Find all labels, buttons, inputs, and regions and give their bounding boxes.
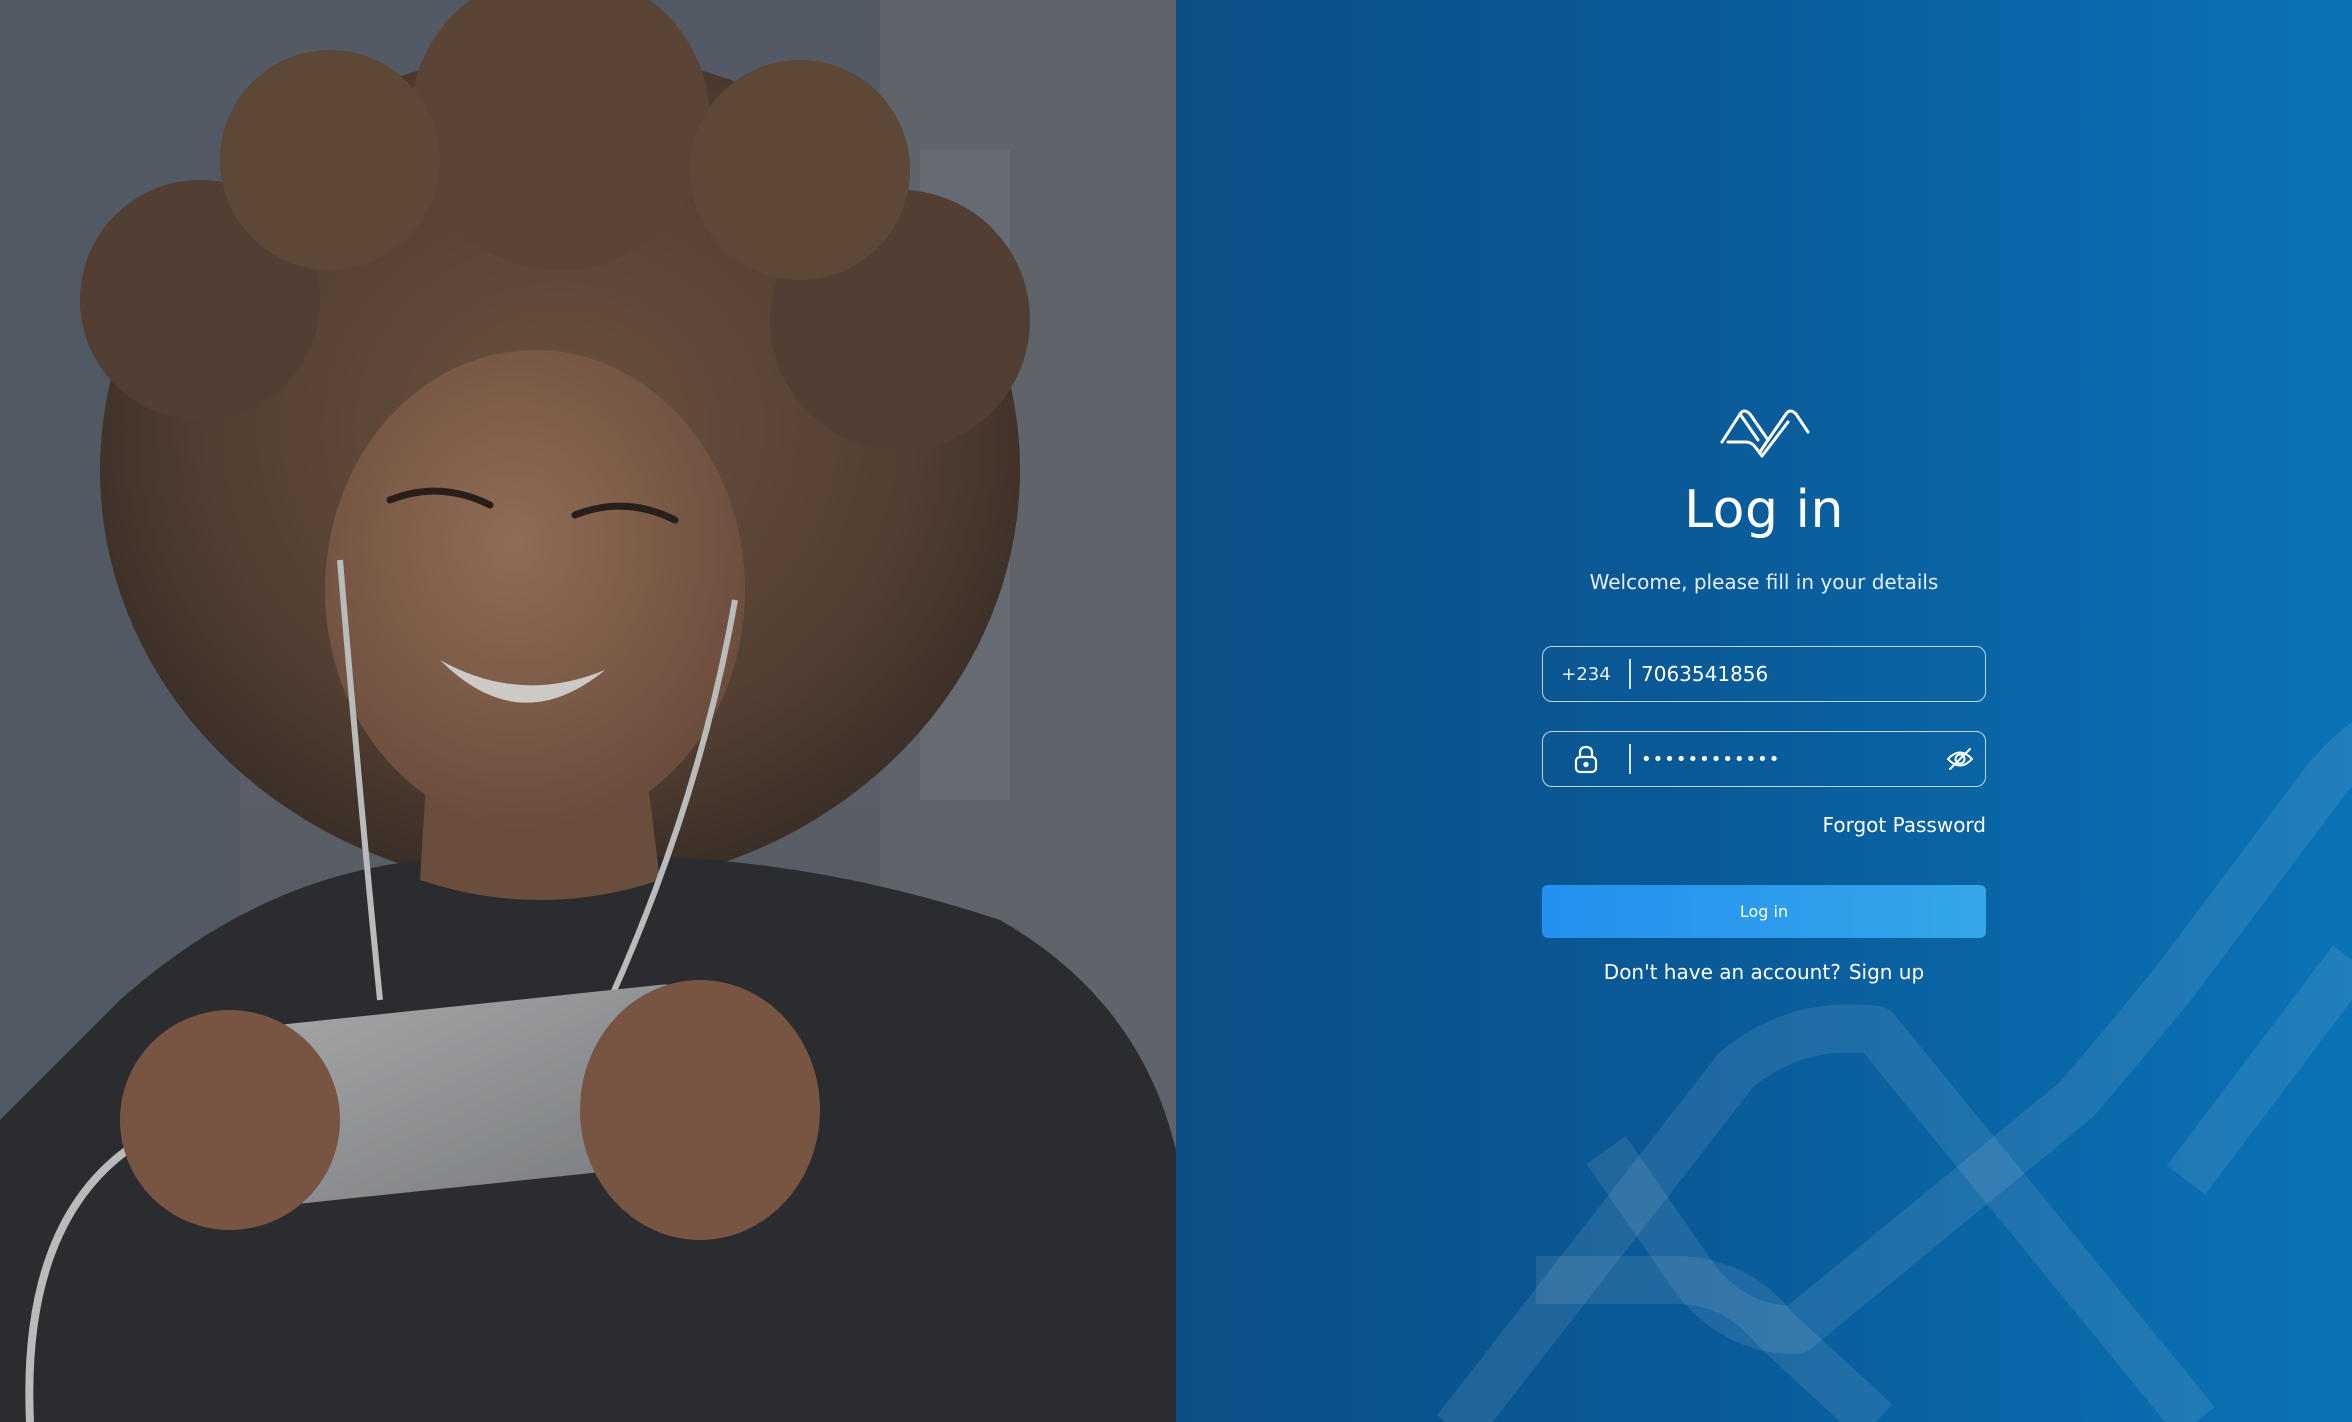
country-code[interactable]: +234 <box>1543 664 1629 685</box>
forgot-password-link[interactable]: Forgot Password <box>1823 813 1986 837</box>
password-input[interactable] <box>1631 732 1935 786</box>
eye-slash-icon[interactable] <box>1935 747 1985 771</box>
phone-field: +234 <box>1542 646 1986 702</box>
login-button[interactable]: Log in <box>1542 885 1986 938</box>
signup-row: Don't have an account? Sign up <box>1604 960 1924 984</box>
signup-link[interactable]: Sign up <box>1849 960 1924 984</box>
login-panel: Log in Welcome, please fill in your deta… <box>1176 0 2352 1422</box>
page-subtitle: Welcome, please fill in your details <box>1589 570 1939 594</box>
login-page: Log in Welcome, please fill in your deta… <box>0 0 2352 1422</box>
password-field <box>1542 731 1986 787</box>
page-title: Log in <box>1684 480 1844 540</box>
woman-with-phone-illustration <box>0 0 1176 1422</box>
brand-logo-icon <box>1720 409 1810 458</box>
signup-prompt: Don't have an account? <box>1603 960 1841 984</box>
login-form: Log in Welcome, please fill in your deta… <box>1542 400 1986 984</box>
phone-input[interactable] <box>1631 647 1985 701</box>
lock-icon <box>1543 744 1629 774</box>
hero-photo <box>0 0 1176 1422</box>
